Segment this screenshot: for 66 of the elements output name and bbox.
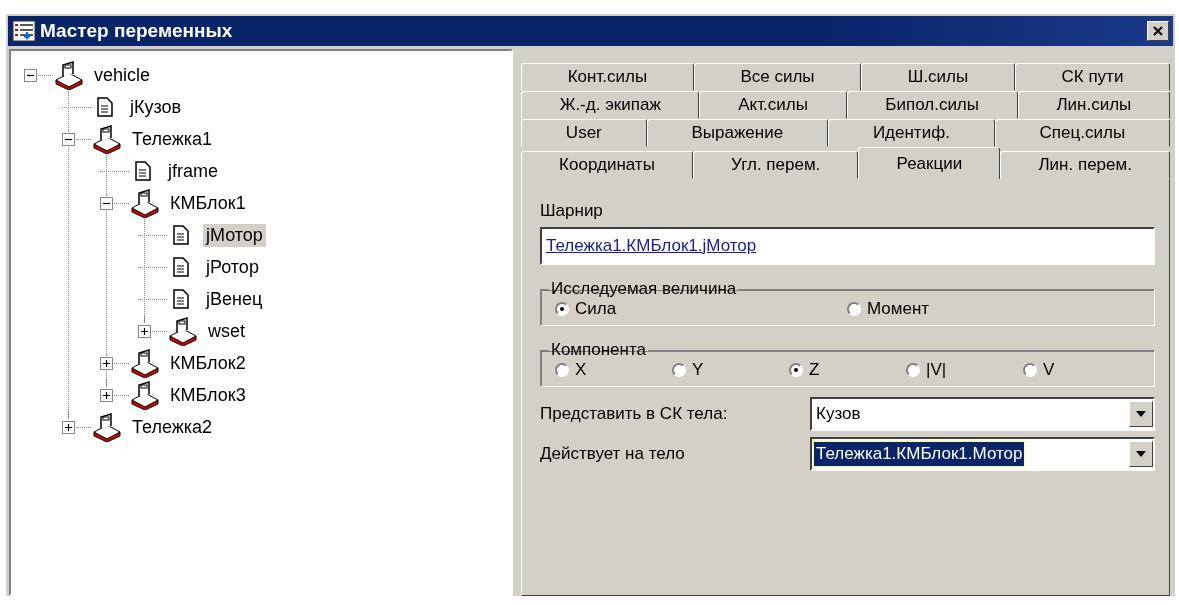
tree-item[interactable]: jВенец xyxy=(203,287,266,311)
tab[interactable]: Конт.силы xyxy=(521,63,694,91)
tree-item[interactable]: КМБлок3 xyxy=(167,383,249,407)
close-icon xyxy=(1152,25,1164,37)
assembly-icon xyxy=(129,188,161,218)
tab[interactable]: Выражение xyxy=(646,119,828,147)
field-label: Представить в СК тела: xyxy=(540,404,729,424)
tree-item[interactable]: jРотор xyxy=(203,255,262,279)
tree-item[interactable]: jframe xyxy=(165,159,221,183)
dropdown[interactable]: Тележка1.КМБлок1.Мотор xyxy=(810,437,1155,471)
tree-item[interactable]: wset xyxy=(205,319,248,343)
close-button[interactable] xyxy=(1147,21,1169,41)
app-icon xyxy=(12,20,36,42)
group-title: Компонента xyxy=(550,340,647,360)
tree-item[interactable]: vehicle xyxy=(91,63,154,87)
expander-icon[interactable] xyxy=(100,356,113,370)
assembly-icon xyxy=(167,316,199,346)
radio-option[interactable]: V xyxy=(1023,360,1140,380)
tab[interactable]: Реакции xyxy=(858,147,1001,179)
radio-option[interactable]: Y xyxy=(672,360,789,380)
tree-item[interactable]: jМотор xyxy=(203,223,266,247)
tab[interactable]: Бипол.силы xyxy=(846,91,1018,119)
dropdown[interactable]: Кузов xyxy=(810,397,1155,431)
window-title: Мастер переменных xyxy=(40,20,234,42)
tab[interactable]: СК пути xyxy=(1014,63,1170,91)
tree-item[interactable]: jКузов xyxy=(127,95,185,119)
tab[interactable]: Все силы xyxy=(693,63,862,91)
document-icon xyxy=(173,289,189,309)
tab[interactable]: Акт.силы xyxy=(699,91,847,119)
assembly-icon xyxy=(129,348,161,378)
assembly-icon xyxy=(129,380,161,410)
tab[interactable]: Спец.силы xyxy=(994,119,1170,147)
tree-item[interactable]: КМБлок2 xyxy=(167,351,249,375)
radio-option[interactable]: Момент xyxy=(847,299,1140,319)
document-icon xyxy=(173,257,189,277)
assembly-icon xyxy=(91,124,123,154)
radio-option[interactable]: |V| xyxy=(906,360,1023,380)
document-icon xyxy=(173,225,189,245)
tab[interactable]: User xyxy=(521,119,647,147)
radio-option[interactable]: Сила xyxy=(555,299,847,319)
joint-field[interactable]: Тележка1.КМБлок1.jМотор xyxy=(540,227,1155,265)
radio-option[interactable]: Z xyxy=(789,360,906,380)
radio-option[interactable]: X xyxy=(555,360,672,380)
tab[interactable]: Ш.силы xyxy=(861,63,1015,91)
expander-icon[interactable] xyxy=(138,324,151,338)
tree-item[interactable]: КМБлок1 xyxy=(167,191,249,215)
tab[interactable]: Координаты xyxy=(521,151,693,179)
tab[interactable]: Ж.-д. экипаж xyxy=(521,91,700,119)
tab[interactable]: Лин. перем. xyxy=(1000,151,1170,179)
expander-icon[interactable] xyxy=(100,388,113,402)
document-icon xyxy=(135,161,151,181)
group-title: Исследуемая величина xyxy=(550,279,738,299)
tree-item[interactable]: Тележка2 xyxy=(129,415,216,439)
field-label: Действует на тело xyxy=(540,444,686,464)
tab[interactable]: Угл. перем. xyxy=(693,151,859,179)
expander-icon[interactable] xyxy=(24,68,37,82)
tab[interactable]: Идентиф. xyxy=(828,119,995,147)
assembly-icon xyxy=(53,60,85,90)
field-label: Шарнир xyxy=(540,201,604,221)
tab[interactable]: Лин.силы xyxy=(1017,91,1170,119)
tree-item[interactable]: Тележка1 xyxy=(129,127,216,151)
expander-icon[interactable] xyxy=(100,196,113,210)
expander-icon[interactable] xyxy=(62,132,75,146)
expander-icon[interactable] xyxy=(62,420,75,434)
assembly-icon xyxy=(91,412,123,442)
document-icon xyxy=(97,97,113,117)
